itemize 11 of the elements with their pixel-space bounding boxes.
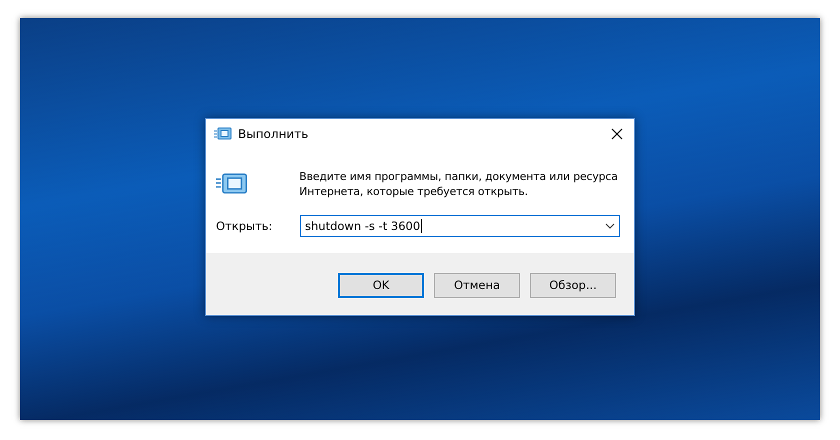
ok-button[interactable]: OK [338,272,424,298]
window-title: Выполнить [238,126,310,140]
instruction-text: Введите имя программы, папки, документа или ресурса Интернета, которые требуется открыть. [299,169,619,199]
browse-button[interactable]: Обзор... [530,272,616,298]
command-input-field[interactable]: shutdown -s -t 3600 [300,215,620,237]
run-icon [216,173,248,195]
close-icon[interactable] [611,128,623,140]
cancel-button[interactable]: Отмена [434,272,520,298]
open-label: Открыть: [216,219,274,233]
dropdown-caret-icon[interactable] [605,223,615,229]
run-icon [214,126,232,140]
